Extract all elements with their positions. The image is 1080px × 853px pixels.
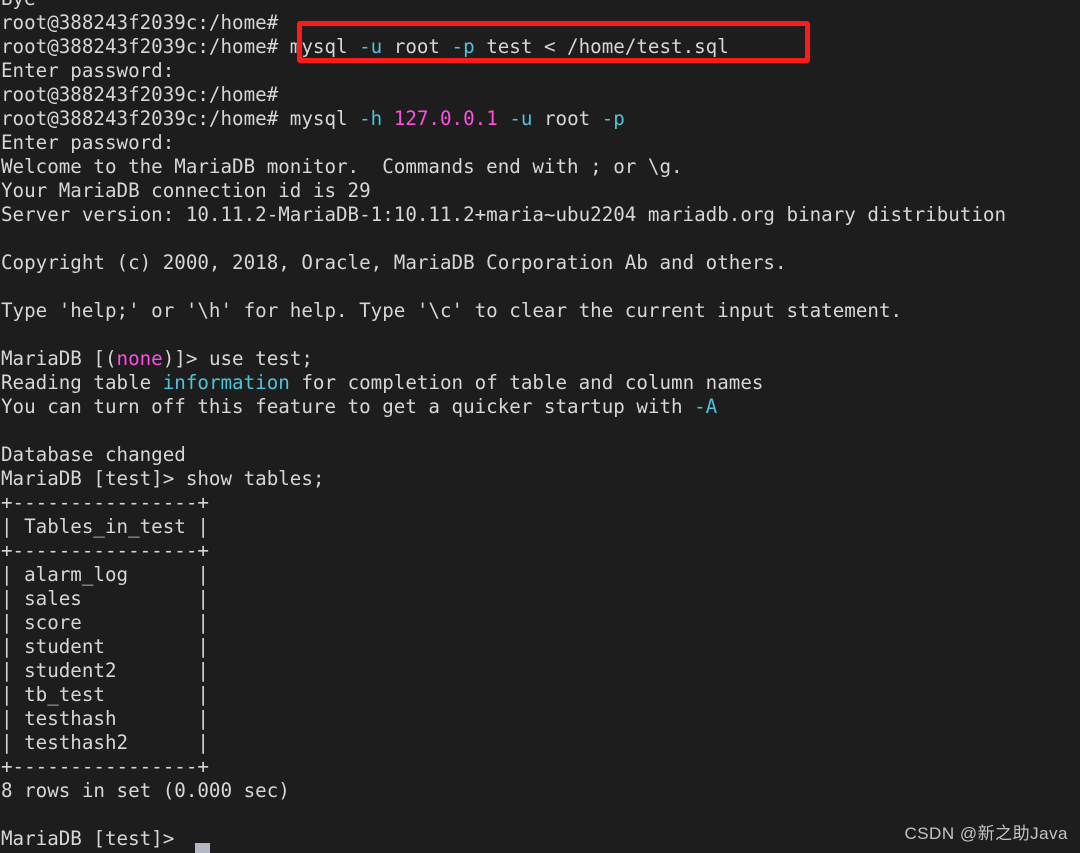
- line-help-hint: Type 'help;' or '\h' for help. Type '\c'…: [0, 299, 1080, 323]
- line-table-row-4: | student |: [0, 635, 1080, 659]
- line-connect-command-seg-7: -p: [601, 107, 625, 130]
- line-table-row-3: | score |: [0, 611, 1080, 635]
- line-copyright-seg-0: Copyright (c) 2000, 2018, Oracle, MariaD…: [1, 251, 787, 274]
- line-table-border-top-seg-0: +----------------+: [1, 491, 209, 514]
- line-prompt-1: root@388243f2039c:/home#: [0, 11, 1080, 35]
- line-import-command: root@388243f2039c:/home# mysql -u root -…: [0, 35, 1080, 59]
- terminal-cursor: [195, 843, 210, 853]
- terminal-window[interactable]: Byeroot@388243f2039c:/home# root@388243f…: [0, 0, 1080, 853]
- line-import-command-seg-0: root@388243f2039c:/home#: [1, 35, 290, 58]
- line-rows-in-set-seg-0: 8 rows in set (0.000 sec): [1, 779, 290, 802]
- line-connection-id-seg-0: Your MariaDB connection id is 29: [1, 179, 371, 202]
- line-use-test-seg-2: )]> use test;: [162, 347, 313, 370]
- line-turn-off-hint-seg-0: You can turn off this feature to get a q…: [1, 395, 695, 418]
- line-table-row-6-seg-0: | tb_test |: [1, 683, 209, 706]
- line-table-row-3-seg-0: | score |: [1, 611, 209, 634]
- line-bye-seg-0: Bye: [1, 0, 36, 10]
- line-turn-off-hint-seg-1: -A: [694, 395, 718, 418]
- line-table-header: | Tables_in_test |: [0, 515, 1080, 539]
- line-table-row-8-seg-0: | testhash2 |: [1, 731, 209, 754]
- terminal-output-buffer: Byeroot@388243f2039c:/home# root@388243f…: [0, 0, 1080, 853]
- line-table-row-5-seg-0: | student2 |: [1, 659, 209, 682]
- line-table-row-4-seg-0: | student |: [1, 635, 209, 658]
- line-table-row-5: | student2 |: [0, 659, 1080, 683]
- line-table-row-7-seg-0: | testhash |: [1, 707, 209, 730]
- line-table-border-bottom-seg-0: +----------------+: [1, 755, 209, 778]
- line-table-border-bottom: +----------------+: [0, 755, 1080, 779]
- line-turn-off-hint: You can turn off this feature to get a q…: [0, 395, 1080, 419]
- line-table-row-6: | tb_test |: [0, 683, 1080, 707]
- line-copyright: Copyright (c) 2000, 2018, Oracle, MariaD…: [0, 251, 1080, 275]
- line-blank-1: [0, 227, 1080, 251]
- line-table-row-2-seg-0: | sales |: [1, 587, 209, 610]
- line-prompt-2-seg-0: root@388243f2039c:/home#: [1, 83, 290, 106]
- line-rows-in-set: 8 rows in set (0.000 sec): [0, 779, 1080, 803]
- line-table-header-seg-0: | Tables_in_test |: [1, 515, 209, 538]
- line-connect-command-seg-1: -h: [359, 107, 383, 130]
- line-connect-command-seg-0: root@388243f2039c:/home# mysql: [1, 107, 360, 130]
- line-import-command-seg-5: test < /home/test.sql: [474, 35, 729, 58]
- line-database-changed: Database changed: [0, 443, 1080, 467]
- line-reading-table-seg-1: information: [162, 371, 290, 394]
- line-connect-command-seg-3: 127.0.0.1: [393, 107, 498, 130]
- line-table-border-top: +----------------+: [0, 491, 1080, 515]
- line-table-border-mid-seg-0: +----------------+: [1, 539, 209, 562]
- line-reading-table-seg-2: for completion of table and column names: [289, 371, 764, 394]
- line-enter-password-1-seg-0: Enter password:: [1, 59, 186, 82]
- line-import-command-seg-1: mysql: [289, 35, 360, 58]
- line-database-changed-seg-0: Database changed: [1, 443, 186, 466]
- line-table-border-mid: +----------------+: [0, 539, 1080, 563]
- line-connect-command-seg-4: [498, 107, 510, 130]
- line-import-command-seg-2: -u: [359, 35, 383, 58]
- line-use-test: MariaDB [(none)]> use test;: [0, 347, 1080, 371]
- line-use-test-seg-0: MariaDB [(: [1, 347, 117, 370]
- line-enter-password-2: Enter password:: [0, 131, 1080, 155]
- line-blank-2: [0, 275, 1080, 299]
- line-server-version: Server version: 10.11.2-MariaDB-1:10.11.…: [0, 203, 1080, 227]
- line-import-command-seg-3: root: [382, 35, 452, 58]
- line-blank-3: [0, 323, 1080, 347]
- line-blank-4: [0, 419, 1080, 443]
- line-table-row-2: | sales |: [0, 587, 1080, 611]
- watermark-label: CSDN @新之助Java: [904, 824, 1068, 843]
- line-server-version-seg-0: Server version: 10.11.2-MariaDB-1:10.11.…: [1, 203, 1007, 226]
- line-table-row-1-seg-0: | alarm_log |: [1, 563, 209, 586]
- line-connect-command-seg-5: -u: [509, 107, 533, 130]
- line-connect-command-seg-2: [382, 107, 394, 130]
- line-reading-table: Reading table information for completion…: [0, 371, 1080, 395]
- line-show-tables: MariaDB [test]> show tables;: [0, 467, 1080, 491]
- line-show-tables-seg-0: MariaDB [test]> show tables;: [1, 467, 325, 490]
- line-prompt-final-seg-0: MariaDB [test]>: [1, 827, 186, 850]
- line-enter-password-1: Enter password:: [0, 59, 1080, 83]
- line-connection-id: Your MariaDB connection id is 29: [0, 179, 1080, 203]
- line-table-row-7: | testhash |: [0, 707, 1080, 731]
- line-connect-command-seg-6: root: [532, 107, 602, 130]
- line-prompt-1-seg-0: root@388243f2039c:/home#: [1, 11, 290, 34]
- line-welcome-seg-0: Welcome to the MariaDB monitor. Commands…: [1, 155, 683, 178]
- line-help-hint-seg-0: Type 'help;' or '\h' for help. Type '\c'…: [1, 299, 903, 322]
- line-prompt-2: root@388243f2039c:/home#: [0, 83, 1080, 107]
- line-reading-table-seg-0: Reading table: [1, 371, 163, 394]
- line-connect-command: root@388243f2039c:/home# mysql -h 127.0.…: [0, 107, 1080, 131]
- line-use-test-seg-1: none: [116, 347, 163, 370]
- line-welcome: Welcome to the MariaDB monitor. Commands…: [0, 155, 1080, 179]
- line-table-row-1: | alarm_log |: [0, 563, 1080, 587]
- line-bye: Bye: [0, 0, 1080, 11]
- line-enter-password-2-seg-0: Enter password:: [1, 131, 186, 154]
- line-import-command-seg-4: -p: [451, 35, 475, 58]
- line-table-row-8: | testhash2 |: [0, 731, 1080, 755]
